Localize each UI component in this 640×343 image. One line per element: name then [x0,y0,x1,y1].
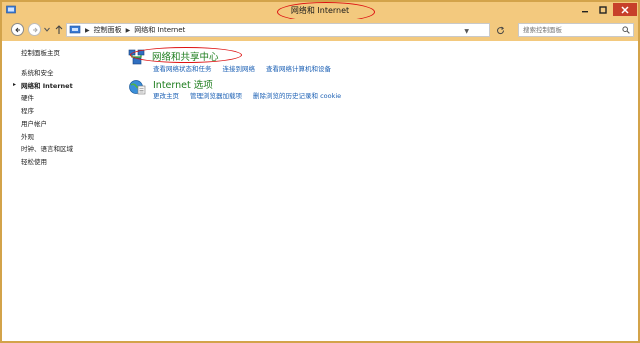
link-change-homepage[interactable]: 更改主页 [153,90,179,100]
refresh-icon [496,26,504,34]
link-manage-addons[interactable]: 管理浏览器加载项 [190,90,242,100]
link-delete-history-cookies[interactable]: 删除浏览的历史记录和 cookie [253,90,341,100]
link-view-network-computers[interactable]: 查看网络计算机和设备 [266,63,331,73]
close-button[interactable] [613,3,637,16]
sidebar-item-hardware[interactable]: 硬件 [21,92,34,102]
recent-locations-dropdown-icon[interactable] [44,27,50,32]
search-box[interactable] [518,23,634,37]
current-item-indicator-icon: ▸ [13,81,17,88]
back-arrow-icon [14,27,20,32]
breadcrumb-separator-icon[interactable]: ▶ [85,27,90,34]
highlight-annotation-circle [130,47,242,63]
internet-options-icon[interactable] [128,78,146,96]
address-history-dropdown-icon[interactable]: ▼ [464,28,469,35]
sidebar-item-programs[interactable]: 程序 [21,105,34,115]
network-sharing-center-links: 查看网络状态和任务 连接到网络 查看网络计算机和设备 [153,63,342,73]
forward-button[interactable] [28,23,41,36]
address-bar[interactable]: ▶ 控制面板 ▶ 网络和 Internet ▼ [66,23,490,37]
back-button[interactable] [11,23,24,36]
internet-options-title[interactable]: Internet 选项 [153,77,213,91]
sidebar-item-clock-language-region[interactable]: 时钟、语言和区域 [21,143,73,153]
control-panel-window: 网络和 Internet ▶ 控制面板 ▶ 网络和 Internet ▼ 搜索控… [0,0,640,343]
maximize-button[interactable] [595,3,611,16]
search-input[interactable] [519,24,619,36]
minimize-button[interactable] [577,3,593,16]
sidebar-item-system-security[interactable]: 系统和安全 [21,67,54,77]
refresh-button[interactable] [494,24,506,36]
control-panel-icon [69,25,81,34]
link-view-network-status[interactable]: 查看网络状态和任务 [153,63,212,73]
sidebar-item-label: 网络和 Internet [21,82,73,90]
sidebar-item-control-panel-home[interactable]: 控制面板主页 [21,47,60,57]
sidebar-item-ease-of-access[interactable]: 轻松使用 [21,156,47,166]
sidebar-item-network-internet-current: ▸ 网络和 Internet [13,80,73,90]
title-bar: 网络和 Internet [2,2,638,22]
internet-options-links: 更改主页 管理浏览器加载项 删除浏览的历史记录和 cookie [153,90,352,100]
close-icon [621,5,629,14]
maximize-icon [599,5,607,14]
navigation-bar: ▶ 控制面板 ▶ 网络和 Internet ▼ [2,19,638,41]
forward-arrow-icon [32,27,38,32]
breadcrumb-control-panel[interactable]: 控制面板 [94,25,122,35]
minimize-icon [582,10,588,12]
breadcrumb-network-internet[interactable]: 网络和 Internet [134,25,185,35]
sidebar-item-appearance[interactable]: 外观 [21,131,34,141]
search-icon[interactable] [622,26,630,34]
breadcrumb-separator-icon[interactable]: ▶ [126,27,131,34]
link-connect-to-network[interactable]: 连接到网络 [223,63,256,73]
sidebar-item-user-accounts[interactable]: 用户帐户 [21,118,47,128]
up-arrow-icon[interactable] [54,24,64,35]
